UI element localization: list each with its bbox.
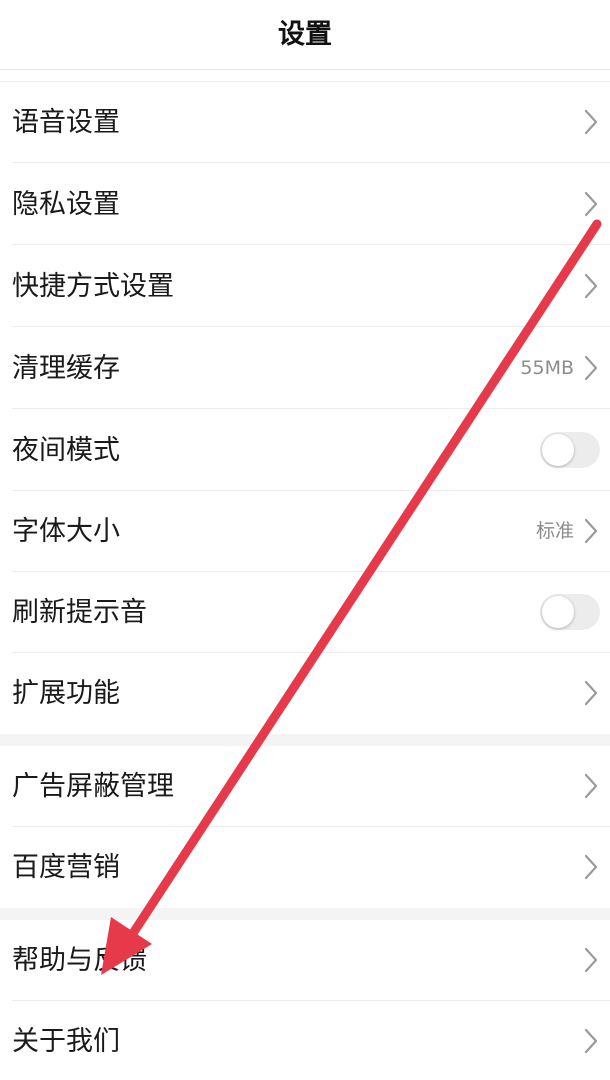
settings-row-night-mode: 夜间模式: [0, 410, 610, 491]
chevron-right-icon: [584, 355, 598, 381]
row-label: 夜间模式: [12, 435, 120, 466]
row-label: 扩展功能: [12, 678, 120, 709]
settings-row-privacy[interactable]: 隐私设置: [0, 164, 610, 245]
section-gap: [0, 734, 610, 746]
settings-row-refresh-sound: 刷新提示音: [0, 572, 610, 653]
chevron-right-icon: [584, 947, 598, 973]
font-size-value: 标准: [535, 520, 574, 542]
row-label: 百度营销: [12, 852, 120, 883]
row-label: 快捷方式设置: [12, 271, 174, 302]
settings-row-about-us[interactable]: 关于我们: [0, 1001, 610, 1080]
night-mode-toggle[interactable]: [540, 432, 600, 468]
refresh-sound-toggle[interactable]: [540, 594, 600, 630]
settings-row-baidu-marketing[interactable]: 百度营销: [0, 827, 610, 908]
toggle-knob: [542, 434, 574, 466]
header-bar: 设置: [0, 0, 610, 70]
row-label: 关于我们: [12, 1026, 120, 1057]
row-label: 字体大小: [12, 516, 120, 547]
page-title: 设置: [278, 19, 332, 50]
settings-row-help-feedback[interactable]: 帮助与反馈: [0, 920, 610, 1001]
chevron-right-icon: [584, 109, 598, 135]
chevron-right-icon: [584, 773, 598, 799]
settings-row-extensions[interactable]: 扩展功能: [0, 653, 610, 734]
toggle-knob: [542, 596, 574, 628]
row-label: 广告屏蔽管理: [12, 771, 174, 802]
settings-page: 设置 语音设置 隐私设置 快捷方式设置 清理缓存 55MB 夜间模式 字体大小 …: [0, 0, 610, 1080]
row-label: 语音设置: [12, 107, 120, 138]
row-label: 帮助与反馈: [12, 945, 147, 976]
chevron-right-icon: [584, 854, 598, 880]
settings-row-ad-block[interactable]: 广告屏蔽管理: [0, 746, 610, 827]
chevron-right-icon: [584, 518, 598, 544]
settings-row-shortcut[interactable]: 快捷方式设置: [0, 246, 610, 327]
row-label: 刷新提示音: [12, 597, 147, 628]
row-label: 隐私设置: [12, 189, 120, 220]
chevron-right-icon: [584, 680, 598, 706]
row-label: 清理缓存: [12, 353, 120, 384]
cache-size-value: 55MB: [520, 357, 574, 379]
chevron-right-icon: [584, 273, 598, 299]
settings-row-voice[interactable]: 语音设置: [0, 82, 610, 163]
settings-row-font-size[interactable]: 字体大小 标准: [0, 491, 610, 572]
section-gap: [0, 908, 610, 920]
chevron-right-icon: [584, 191, 598, 217]
settings-row-clear-cache[interactable]: 清理缓存 55MB: [0, 328, 610, 409]
chevron-right-icon: [584, 1028, 598, 1054]
